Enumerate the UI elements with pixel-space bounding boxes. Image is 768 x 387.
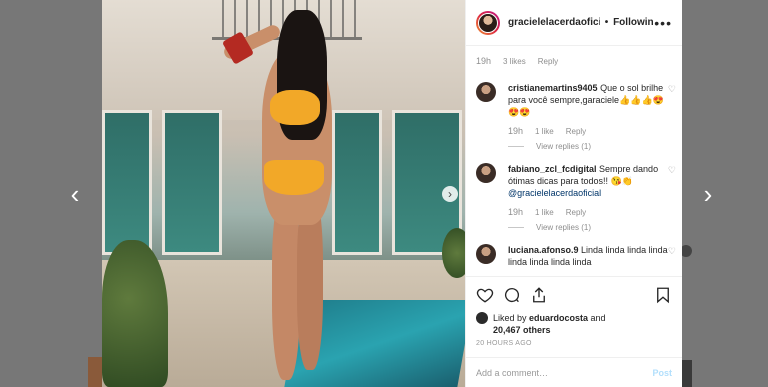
comment-time: 19h xyxy=(508,207,524,217)
chevron-right-icon: › xyxy=(703,179,713,209)
commenter-username[interactable]: cristianemartins9405 xyxy=(508,83,598,93)
more-options-icon[interactable]: ••• xyxy=(654,15,672,31)
person-figure xyxy=(221,10,347,380)
next-post-button[interactable]: › xyxy=(696,179,720,209)
background-post-peek xyxy=(88,357,102,387)
commenter-username[interactable]: fabiano_zcl_fcdigital xyxy=(508,164,597,174)
chevron-right-icon: › xyxy=(448,187,452,201)
view-replies-button[interactable]: View replies (1) xyxy=(508,142,672,151)
reply-button[interactable]: Reply xyxy=(566,208,586,217)
liked-by: Liked by eduardocosta and 20,467 others xyxy=(476,312,672,336)
post-actions: Liked by eduardocosta and 20,467 others … xyxy=(466,276,682,347)
post-comment-button[interactable]: Post xyxy=(652,368,672,378)
author-username[interactable]: gracielelacerdaoficial xyxy=(508,17,600,28)
shrub xyxy=(102,240,168,387)
view-replies-button[interactable]: View replies (1) xyxy=(508,223,672,232)
following-button[interactable]: Following xyxy=(613,17,654,28)
post-sidebar: gracielelacerdaoficial • Following ••• 1… xyxy=(465,0,682,387)
commenter-avatar[interactable] xyxy=(476,82,496,102)
liker-avatar[interactable] xyxy=(476,312,488,324)
bookmark-icon[interactable] xyxy=(654,286,672,304)
comment-likes[interactable]: 3 likes xyxy=(503,57,526,66)
add-comment-bar: Post xyxy=(466,357,682,387)
liker-username[interactable]: eduardocosta xyxy=(529,313,588,323)
previous-comment-meta: 19h 3 likes Reply xyxy=(476,52,672,70)
comment-meta: 19h 1 like Reply xyxy=(508,207,672,217)
post-photo[interactable]: › xyxy=(102,0,465,387)
commenter-avatar[interactable] xyxy=(476,244,496,264)
commenter-username[interactable]: luciana.afonso.9 xyxy=(508,245,579,255)
post-modal: › gracielelacerdaoficial • Following •••… xyxy=(102,0,682,387)
mention-link[interactable]: @gracielelacerdaoficial xyxy=(508,188,601,198)
commenter-avatar[interactable] xyxy=(476,163,496,183)
comment-likes[interactable]: 1 like xyxy=(535,208,554,217)
share-icon[interactable] xyxy=(530,286,548,304)
likes-count[interactable]: 20,467 others xyxy=(493,325,551,335)
comment-input[interactable] xyxy=(476,367,653,378)
comment-item: luciana.afonso.9 Linda linda linda linda… xyxy=(476,244,676,268)
post-timestamp[interactable]: 20 HOURS AGO xyxy=(476,340,672,347)
comment-time: 19h xyxy=(476,56,492,66)
heart-icon[interactable]: ♡ xyxy=(668,165,676,176)
comment-item: cristianemartins9405 Que o sol brilhe pa… xyxy=(476,82,676,118)
comment-meta: 19h 1 like Reply xyxy=(508,126,672,136)
comment-time: 19h xyxy=(508,126,524,136)
prev-post-button[interactable]: ‹ xyxy=(63,179,87,209)
heart-icon[interactable]: ♡ xyxy=(668,246,676,257)
separator-dot: • xyxy=(604,17,609,28)
chevron-left-icon: ‹ xyxy=(70,179,80,209)
heart-icon[interactable]: ♡ xyxy=(668,84,676,95)
carousel-next-button[interactable]: › xyxy=(442,186,458,202)
author-avatar[interactable] xyxy=(476,10,500,35)
reply-button[interactable]: Reply xyxy=(538,57,558,66)
comment-likes[interactable]: 1 like xyxy=(535,127,554,136)
reply-button[interactable]: Reply xyxy=(566,127,586,136)
comments-list[interactable]: 19h 3 likes Reply cristianemartins9405 Q… xyxy=(466,46,682,276)
background-post-peek-right xyxy=(682,360,692,387)
post-header: gracielelacerdaoficial • Following ••• xyxy=(466,0,682,46)
comment-icon[interactable] xyxy=(503,286,521,304)
comment-item: fabiano_zcl_fcdigital Sempre dando ótima… xyxy=(476,163,676,199)
heart-icon[interactable] xyxy=(476,286,494,304)
